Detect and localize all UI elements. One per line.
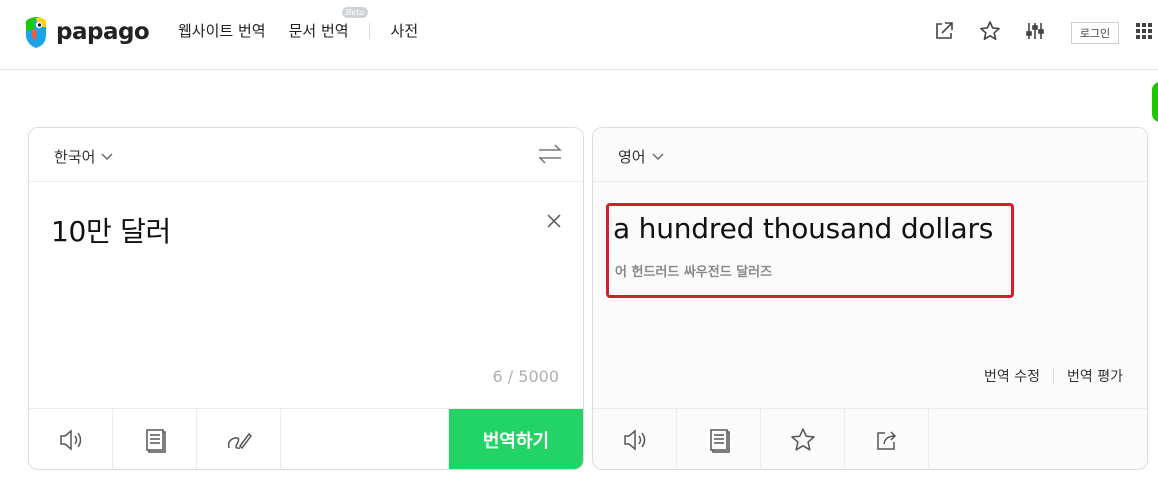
target-share-button[interactable] [845,409,929,469]
source-handwriting-button[interactable] [197,409,281,469]
source-panel: 한국어 10만 달러 6 / 5000 번역하기 [28,127,584,470]
papago-logo[interactable]: papago [22,14,150,50]
clear-text-icon[interactable] [547,214,561,228]
target-language-label: 영어 [618,148,646,166]
settings-sliders-icon[interactable] [1024,20,1046,42]
share-window-icon[interactable] [933,20,955,42]
notebook-icon [709,429,730,453]
nav-website-translate[interactable]: 웹사이트 번역 [178,20,266,41]
source-toolbar: 번역하기 [29,408,583,469]
star-icon [790,428,815,451]
target-toolbar [593,408,1147,469]
translation-actions: 번역 수정 번역 평가 [984,366,1123,386]
pronunciation-text: 어 헌드러드 싸우전드 달러즈 [615,265,773,280]
actions-divider [1053,369,1055,383]
swap-languages-icon[interactable] [537,143,563,165]
chevron-down-icon [652,153,664,160]
login-button[interactable]: 로그인 [1071,22,1119,44]
share-icon [876,431,896,450]
target-favorite-button[interactable] [761,409,845,469]
speaker-icon [59,429,81,451]
star-icon[interactable] [979,20,1001,42]
edit-translation-link[interactable]: 번역 수정 [984,366,1040,386]
translated-text: a hundred thousand dollars [613,212,994,245]
papago-parrot-icon [26,17,46,48]
apps-grid-icon[interactable] [1133,20,1155,42]
notebook-icon [145,429,166,453]
nav-dictionary[interactable]: 사전 [391,20,419,41]
nav-divider [368,22,370,39]
target-panel: 영어 a hundred thousand dollars 어 헌드러드 싸우전… [592,127,1148,470]
source-language-select[interactable]: 한국어 [54,146,113,167]
target-notebook-button[interactable] [677,409,761,469]
nav-document-translate-label: 문서 번역 [288,22,349,40]
nav-document-translate[interactable]: 문서 번역 Beta [288,7,369,41]
character-count: 6 / 5000 [492,367,559,386]
brand-name: papago [56,19,150,45]
top-header: papago 웹사이트 번역 문서 번역 Beta 사전 로그인 [0,0,1158,70]
source-notebook-button[interactable] [113,409,197,469]
beta-badge: Beta [341,7,369,18]
handwriting-icon [227,432,252,450]
source-language-label: 한국어 [54,148,96,166]
target-language-select[interactable]: 영어 [618,146,664,167]
source-text-input[interactable]: 10만 달러 [51,210,171,250]
source-listen-button[interactable] [29,409,113,469]
rate-translation-link[interactable]: 번역 평가 [1067,366,1123,386]
target-listen-button[interactable] [593,409,677,469]
target-panel-header: 영어 [593,128,1147,182]
main-nav: 웹사이트 번역 문서 번역 Beta 사전 [178,7,419,41]
translate-button[interactable]: 번역하기 [449,409,583,469]
speaker-icon [623,429,645,451]
chevron-down-icon [101,153,113,160]
source-panel-header: 한국어 [29,128,583,182]
side-feedback-tab[interactable] [1152,82,1158,122]
